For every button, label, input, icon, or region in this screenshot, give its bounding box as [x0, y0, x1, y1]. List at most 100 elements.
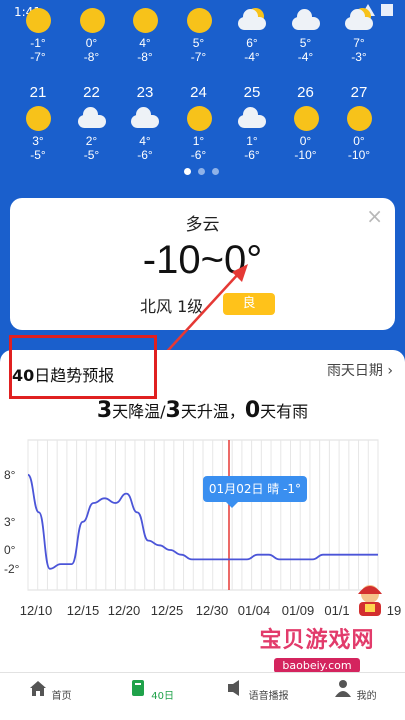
day-date: 26 — [297, 84, 314, 101]
rain-days-link[interactable]: 雨天日期 › — [327, 360, 393, 380]
watermark: 宝贝游戏网 baobeiy.com — [232, 622, 402, 673]
sun-icon — [133, 8, 158, 33]
temp-high: 4° — [139, 36, 151, 50]
speaker-icon — [228, 680, 240, 696]
forecast-day[interactable]: 6° -4° — [227, 4, 277, 64]
weather-icon — [344, 106, 374, 132]
forecast-day[interactable]: 26 0° -10° — [281, 84, 331, 162]
temp-high: 1° — [192, 134, 205, 148]
page-dot — [198, 168, 205, 175]
forecast-day[interactable]: 21 3° -5° — [13, 84, 63, 162]
forecast-day[interactable]: 25 1° -6° — [227, 84, 277, 162]
temp-low: -6° — [137, 148, 153, 162]
temp-low: -3° — [351, 50, 367, 64]
watermark-text: 宝贝游戏网 — [259, 628, 375, 653]
temp-high: 4° — [139, 134, 151, 148]
weather-icon — [344, 8, 374, 34]
book-icon — [132, 680, 145, 696]
y-tick-label: -2° — [4, 562, 20, 576]
temp-low: -10° — [347, 148, 371, 162]
tab-voice[interactable]: 语音播报 — [222, 679, 292, 702]
weather-icon — [23, 106, 53, 132]
tab-mine[interactable]: 我的 — [320, 679, 390, 702]
temp-high: 5° — [299, 36, 312, 50]
weather-icon — [77, 106, 107, 132]
sun-icon — [347, 106, 372, 131]
watermark-url: baobeiy.com — [274, 658, 360, 673]
forecast-day[interactable]: 24 1° -6° — [174, 84, 224, 162]
user-icon — [335, 680, 352, 697]
cloud-icon — [238, 107, 266, 128]
weather-icon — [184, 8, 214, 34]
weather-icon — [291, 8, 321, 34]
temp-low: -6° — [244, 148, 260, 162]
temp-low: -7° — [190, 50, 207, 64]
trend-summary: 3天降温/3天升温，0天有雨 — [96, 398, 309, 423]
mascot-icon — [358, 585, 382, 616]
temp-high: 3° — [32, 134, 44, 148]
day-date: 22 — [83, 84, 100, 101]
forecast-day[interactable]: 0° -8° — [67, 4, 117, 64]
sun-icon — [293, 106, 319, 131]
bottom-tab-bar: 首页 40日 语音播报 我的 — [0, 672, 405, 720]
sun-icon — [26, 8, 51, 33]
tab-home[interactable]: 首页 — [15, 679, 85, 702]
forecast-day[interactable]: 27 0° -10° — [334, 84, 384, 162]
weather-icon — [184, 106, 214, 132]
sun-icon — [79, 8, 105, 33]
x-tick-label: 12/30 — [196, 603, 229, 618]
weather-icon — [130, 106, 160, 132]
temp-low: -10° — [294, 148, 317, 162]
chevron-right-icon: › — [387, 363, 393, 379]
sun-icon — [186, 8, 212, 33]
page-dot — [212, 168, 219, 175]
y-tick-label: 3° — [4, 515, 16, 529]
temp-high: 5° — [192, 36, 205, 50]
x-tick-label: 12/10 — [20, 603, 53, 618]
weather-icon — [237, 8, 267, 34]
day-date: 25 — [243, 84, 261, 101]
temp-low: -8° — [137, 50, 153, 64]
temp-low: -8° — [83, 50, 100, 64]
temp-low: -7° — [30, 50, 46, 64]
forecast-day[interactable]: -1° -7° — [13, 4, 63, 64]
cloud-icon — [238, 9, 266, 30]
forecast-day[interactable]: 5° -7° — [174, 4, 224, 64]
forecast-day[interactable]: 22 2° -5° — [67, 84, 117, 162]
day-date: 27 — [350, 84, 368, 101]
weather-icon — [130, 8, 160, 34]
sun-icon — [186, 106, 212, 131]
temp-low: -4° — [244, 50, 260, 64]
forecast-day[interactable]: 5° -4° — [281, 4, 331, 64]
temp-low: -4° — [297, 50, 314, 64]
forecast-day[interactable]: 4° -8° — [120, 4, 170, 64]
temp-low: -6° — [190, 148, 207, 162]
chart-tooltip: 01月02日 晴 -1° — [203, 476, 307, 508]
y-tick-label: 8° — [4, 468, 16, 482]
day-date: 23 — [136, 84, 154, 101]
weather-icon — [77, 8, 107, 34]
x-tick-label: 12/20 — [108, 603, 141, 618]
cloud-icon — [345, 9, 373, 30]
temp-high: 0° — [353, 134, 365, 148]
home-icon — [30, 681, 47, 696]
temp-high: 7° — [353, 36, 365, 50]
weather-icon — [23, 8, 53, 34]
temp-high: -1° — [30, 36, 46, 50]
forecast-day[interactable]: 23 4° -6° — [120, 84, 170, 162]
temp-low: -5° — [83, 148, 100, 162]
forecast-day[interactable]: 7° -3° — [334, 4, 384, 64]
annotation-box — [9, 335, 157, 399]
day-date: 21 — [29, 84, 47, 101]
temp-high: 2° — [85, 134, 98, 148]
cloud-icon — [131, 107, 159, 128]
tab-40day[interactable]: 40日 — [116, 679, 186, 702]
weather-icon — [291, 106, 321, 132]
cloud-icon — [77, 107, 106, 128]
x-tick-label: 01/04 — [238, 603, 271, 618]
trend-chart[interactable]: 8° 3° 0° -2° 12/10 12/15 12/20 12/25 12/30 01/04 0… — [0, 430, 405, 622]
temp-high: 0° — [299, 134, 312, 148]
x-tick-label: 12/15 — [67, 603, 100, 618]
condition-text: 多云 — [185, 215, 220, 235]
page-indicator[interactable] — [184, 168, 219, 175]
